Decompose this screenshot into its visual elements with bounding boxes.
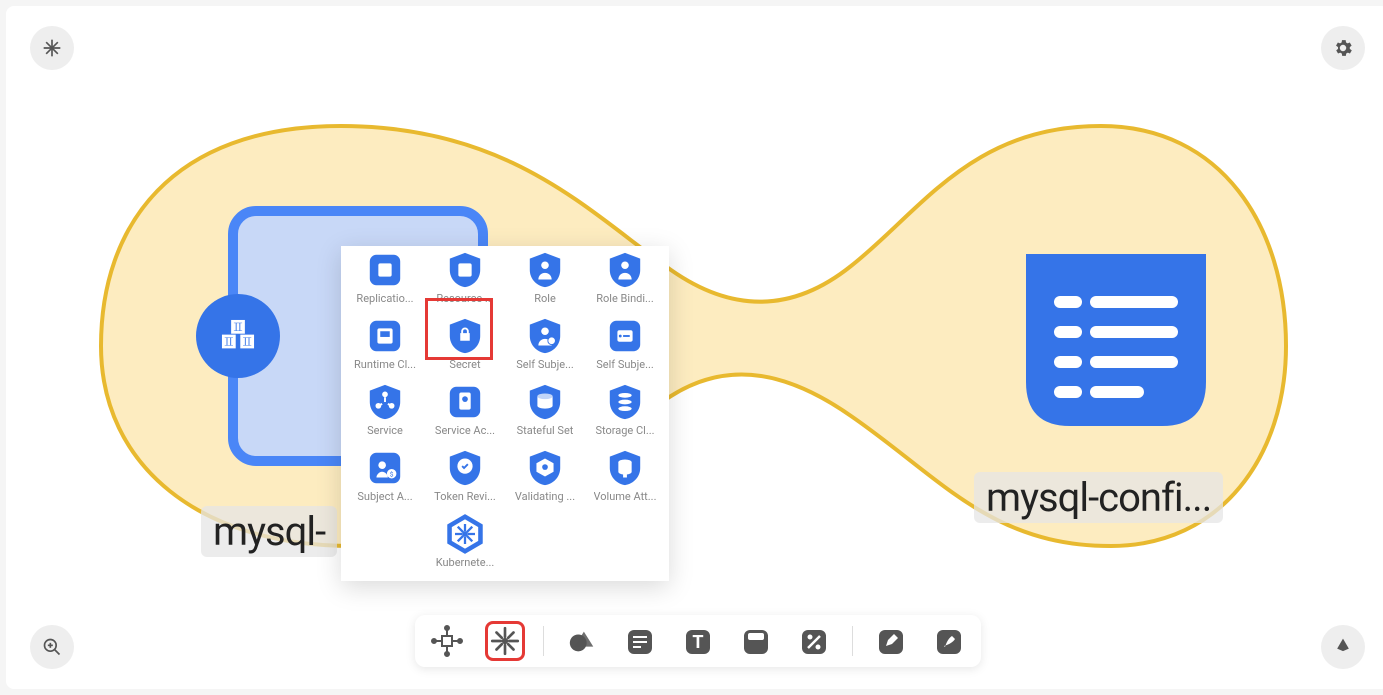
freeze-button[interactable] — [30, 26, 74, 70]
mysql-configmap-node[interactable] — [1026, 254, 1206, 426]
palette-item-volume-attachment-icon[interactable]: Volume Att... — [585, 448, 665, 514]
role-icon — [525, 250, 565, 290]
self-subject-access-icon — [525, 316, 565, 356]
settings-button[interactable] — [1321, 26, 1365, 70]
storage-class-icon — [605, 382, 645, 422]
stateful-set-icon — [525, 382, 565, 422]
palette-item-stateful-set-icon[interactable]: Stateful Set — [505, 382, 585, 448]
palette-item-self-subject-access-icon[interactable]: Self Subje... — [505, 316, 585, 382]
palette-item-label: Service Ac... — [435, 424, 495, 437]
palette-item-resource-quota-icon[interactable]: Resource ... — [425, 250, 505, 316]
palette-item-label: Volume Att... — [594, 490, 657, 503]
palette-item-self-subject-rules-icon[interactable]: Self Subje... — [585, 316, 665, 382]
freeze-icon — [42, 38, 62, 58]
runtime-class-icon — [365, 316, 405, 356]
toolbar-marker-icon[interactable] — [929, 621, 969, 661]
palette-item-service-account-icon[interactable]: Service Ac... — [425, 382, 505, 448]
diagram-canvas[interactable]: mysql- mysql-confi... Replicatio... Resou… — [6, 6, 1383, 689]
volume-attachment-icon — [605, 448, 645, 488]
token-review-icon — [445, 448, 485, 488]
toolbar-text-icon[interactable]: T — [678, 621, 718, 661]
palette-item-label: Service — [367, 424, 403, 437]
kubernetes-icon — [445, 514, 485, 554]
toolbar-kubernetes-helm-icon[interactable] — [485, 621, 525, 661]
palette-item-kubernetes-icon[interactable]: Kubernete... — [425, 514, 505, 580]
palette-item-runtime-class-icon[interactable]: Runtime Cl... — [345, 316, 425, 382]
left-node-label: mysql- — [201, 506, 337, 557]
palette-item-label: Replicatio... — [356, 292, 413, 305]
container-badge — [196, 294, 280, 378]
palette-item-label: Storage Cl... — [595, 424, 654, 437]
bottom-toolbar: T — [415, 615, 981, 667]
role-binding-icon — [605, 250, 645, 290]
toolbar-percent-icon[interactable] — [794, 621, 834, 661]
right-node-label: mysql-confi... — [974, 472, 1223, 523]
toolbar-shapes-icon[interactable] — [562, 621, 602, 661]
palette-item-label: Token Revi... — [434, 490, 496, 503]
palette-item-replication-controller-icon[interactable]: Replicatio... — [345, 250, 425, 316]
palette-item-label: Role Bindi... — [596, 292, 653, 305]
replication-controller-icon — [365, 250, 405, 290]
zoom-button[interactable] — [30, 625, 74, 669]
palette-item-secret-icon[interactable]: Secret — [425, 316, 505, 382]
palette-item-label: Validating ... — [515, 490, 575, 503]
toolbar-system-icon[interactable] — [427, 621, 467, 661]
pen-mode-button[interactable] — [1321, 625, 1365, 669]
palette-item-label: Role — [534, 292, 556, 305]
palette-item-role-binding-icon[interactable]: Role Bindi... — [585, 250, 665, 316]
secret-icon — [445, 316, 485, 356]
service-account-icon — [445, 382, 485, 422]
containers-icon — [216, 314, 260, 358]
resource-palette-panel: Replicatio... Resource ... Role Role Bindi.… — [341, 246, 669, 581]
svg-text:$: $ — [390, 471, 394, 479]
palette-item-storage-class-icon[interactable]: Storage Cl... — [585, 382, 665, 448]
self-subject-rules-icon — [605, 316, 645, 356]
palette-item-label: Subject A... — [357, 490, 412, 503]
palette-item-validating-webhook-icon[interactable]: Validating ... — [505, 448, 585, 514]
zoom-in-icon — [42, 637, 62, 657]
toolbar-separator — [543, 626, 544, 656]
validating-webhook-icon — [525, 448, 565, 488]
palette-item-label: Self Subje... — [516, 358, 574, 371]
toolbar-pen-icon[interactable] — [871, 621, 911, 661]
palette-item-service-icon[interactable]: Service — [345, 382, 425, 448]
palette-item-label: Kubernete... — [436, 556, 495, 569]
resource-quota-icon — [445, 250, 485, 290]
toolbar-comment-icon[interactable] — [620, 621, 660, 661]
toolbar-separator — [852, 626, 853, 656]
svg-text:T: T — [692, 632, 703, 653]
palette-item-role-icon[interactable]: Role — [505, 250, 585, 316]
palette-item-label: Resource ... — [436, 292, 493, 305]
toolbar-card-icon[interactable] — [736, 621, 776, 661]
palette-item-empty — [345, 514, 425, 580]
service-icon — [365, 382, 405, 422]
palette-item-token-review-icon[interactable]: Token Revi... — [425, 448, 505, 514]
palette-item-label: Secret — [449, 358, 480, 371]
subject-access-icon: $ — [365, 448, 405, 488]
gear-icon — [1332, 37, 1354, 59]
palette-item-label: Self Subje... — [596, 358, 654, 371]
palette-item-subject-access-icon[interactable]: $ Subject A... — [345, 448, 425, 514]
pen-tool-icon — [1333, 637, 1353, 657]
palette-item-label: Runtime Cl... — [354, 358, 416, 371]
palette-item-label: Stateful Set — [517, 424, 574, 437]
